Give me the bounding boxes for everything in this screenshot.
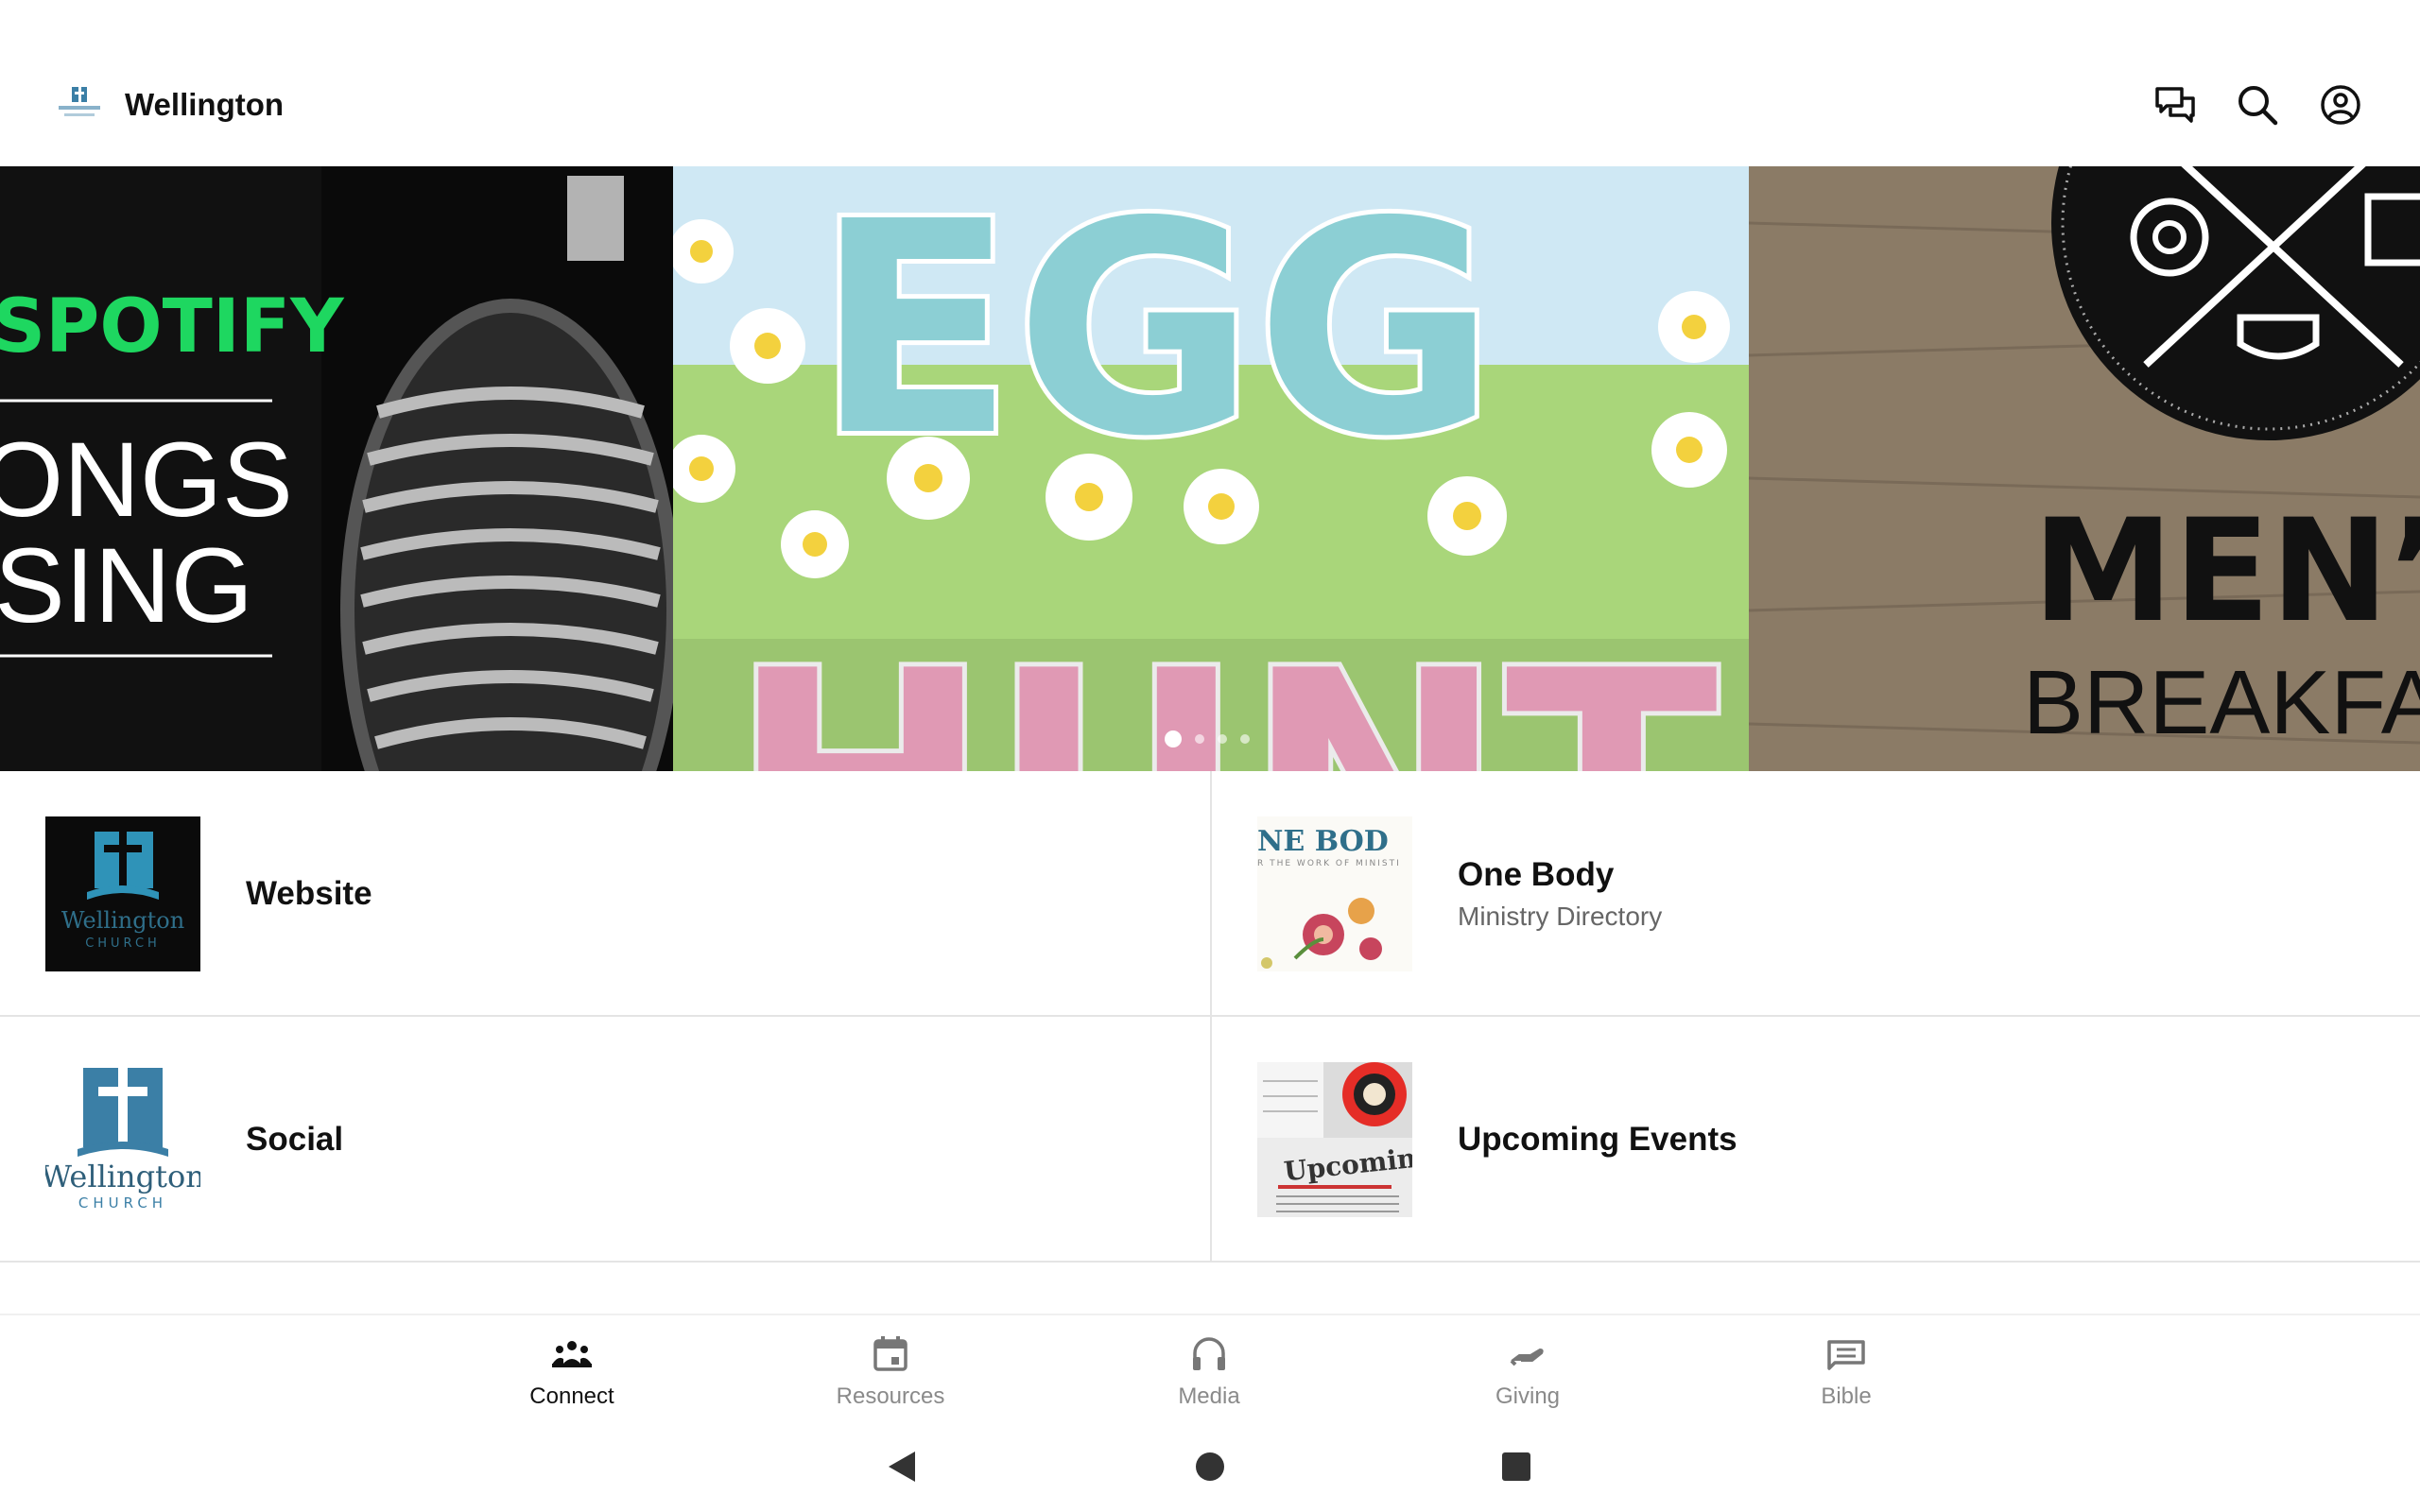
nav-resources[interactable]: Resources — [796, 1332, 985, 1418]
svg-text:CHURCH: CHURCH — [85, 936, 161, 951]
nav-media[interactable]: Media — [1115, 1332, 1304, 1418]
tile-website[interactable]: Wellington CHURCH Website — [0, 771, 1210, 1017]
feature-grid: Wellington CHURCH Website NE BOD R THE W… — [0, 771, 2420, 1263]
tile-subtitle: Ministry Directory — [1458, 902, 1663, 931]
tile-upcoming-events[interactable]: Upcoming Upcoming Events — [1210, 1017, 2420, 1263]
search-icon[interactable] — [2234, 81, 2281, 129]
carousel-dot[interactable] — [1195, 734, 1204, 744]
bottom-navigation: Connect Resources Media Giving Bible — [0, 1314, 2420, 1418]
carousel-dot[interactable] — [1165, 730, 1182, 747]
nav-label: Giving — [1495, 1383, 1561, 1409]
nav-connect[interactable]: Connect — [477, 1332, 666, 1418]
svg-text:EGG: EGG — [815, 166, 1496, 501]
svg-text:BREAKFA: BREAKFA — [2023, 652, 2420, 753]
nav-label: Bible — [1821, 1383, 1872, 1409]
one-body-thumbnail: NE BOD R THE WORK OF MINISTI — [1257, 816, 1412, 971]
nav-bible[interactable]: Bible — [1752, 1332, 1941, 1418]
tile-title: One Body — [1458, 856, 1615, 893]
svg-text:R THE WORK OF MINISTI: R THE WORK OF MINISTI — [1257, 859, 1401, 868]
tile-title: Upcoming Events — [1458, 1121, 1737, 1158]
carousel-dot[interactable] — [1240, 734, 1250, 744]
nav-label: Media — [1178, 1383, 1240, 1409]
upcoming-events-thumbnail: Upcoming — [1257, 1062, 1412, 1217]
tile-title: Website — [246, 875, 372, 912]
account-icon[interactable] — [2317, 81, 2364, 129]
tile-title: Social — [246, 1121, 344, 1158]
app-bar: Wellington — [0, 0, 2420, 166]
system-navigation-bar — [0, 1418, 2420, 1512]
giving-hand-icon — [1510, 1349, 1544, 1366]
slide-spotify-songs[interactable]: SPOTIFY ONGS SING — [0, 166, 673, 771]
tile-one-body[interactable]: NE BOD R THE WORK OF MINISTI One Body Mi… — [1210, 771, 2420, 1017]
svg-text:Wellington: Wellington — [61, 907, 184, 934]
church-logo-icon — [57, 85, 102, 125]
wellington-logo-light-thumbnail: Wellington CHURCH — [45, 1062, 200, 1217]
wellington-logo-dark-thumbnail: Wellington CHURCH — [45, 816, 200, 971]
svg-text:SING: SING — [0, 526, 253, 644]
recents-icon[interactable] — [1490, 1440, 1543, 1493]
svg-text:Wellington: Wellington — [45, 1159, 200, 1194]
tile-social[interactable]: Wellington CHURCH Social — [0, 1017, 1210, 1263]
calendar-icon — [873, 1336, 908, 1371]
back-icon[interactable] — [875, 1440, 928, 1493]
slide-egg-hunt[interactable]: EGG HUNT — [673, 166, 1749, 771]
headphones-icon — [1193, 1337, 1225, 1370]
banner-carousel[interactable]: SPOTIFY ONGS SING EGG MEN’ BREAKFA — [0, 166, 2420, 771]
carousel-dot[interactable] — [1218, 734, 1227, 744]
nav-label: Resources — [836, 1383, 945, 1409]
bible-icon — [1827, 1340, 1865, 1370]
svg-text:CHURCH: CHURCH — [78, 1194, 167, 1211]
people-icon — [552, 1341, 592, 1367]
nav-label: Connect — [529, 1383, 614, 1409]
slide1-title-text: SPOTIFY — [0, 284, 345, 369]
carousel-page-indicator — [1165, 730, 1250, 748]
nav-giving[interactable]: Giving — [1433, 1332, 1622, 1418]
svg-text:ONGS: ONGS — [0, 421, 293, 539]
svg-text:MEN’: MEN’ — [2032, 490, 2420, 654]
home-icon[interactable] — [1184, 1440, 1236, 1493]
svg-text:NE BOD: NE BOD — [1257, 825, 1389, 858]
chat-icon[interactable] — [2152, 81, 2199, 129]
app-title: Wellington — [125, 87, 285, 122]
slide-mens-breakfast[interactable]: MEN’ BREAKFA — [1749, 166, 2420, 771]
